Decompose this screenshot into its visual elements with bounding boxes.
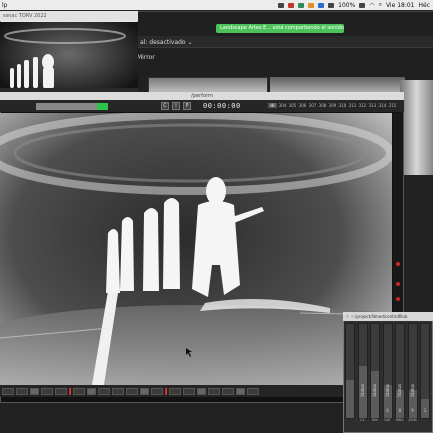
channel-name: BRG bbox=[396, 418, 404, 422]
channel-name: C1 bbox=[360, 418, 365, 422]
menubar-clock[interactable]: Vie 18:01 bbox=[386, 2, 415, 9]
clip-slot[interactable] bbox=[55, 387, 67, 395]
mixer-channel-fader[interactable] bbox=[382, 323, 393, 419]
app-status-icon[interactable] bbox=[298, 2, 305, 8]
wifi-icon[interactable]: ◠ bbox=[369, 2, 374, 9]
app-menu[interactable]: lp bbox=[0, 2, 7, 9]
frame-number[interactable]: 306 bbox=[298, 103, 307, 108]
minimize-window-icon[interactable] bbox=[351, 315, 354, 318]
speaker-icon[interactable] bbox=[197, 387, 206, 395]
audio-level-meter bbox=[36, 103, 108, 110]
speaker-icon[interactable] bbox=[236, 387, 245, 395]
user-menu[interactable]: Héc bbox=[418, 2, 430, 9]
i-button[interactable]: I bbox=[172, 102, 180, 110]
channel-number: 1 bbox=[423, 408, 427, 413]
channel-status-label: Status bbox=[397, 384, 402, 397]
record-indicator-icon[interactable] bbox=[396, 262, 400, 266]
mixer-window-title[interactable]: /project/lilmedicontrolfilob bbox=[343, 312, 433, 321]
channel-number: 8 bbox=[398, 408, 402, 413]
frame-number[interactable]: HI bbox=[268, 103, 277, 108]
channel-status-label: Status bbox=[359, 384, 365, 397]
c-button[interactable]: C bbox=[161, 102, 169, 110]
clip-slot[interactable] bbox=[73, 387, 85, 395]
channel-status-label: Status bbox=[384, 384, 390, 397]
clip-slot[interactable] bbox=[16, 387, 28, 395]
stream-status-text: al: desactivado bbox=[140, 39, 186, 46]
channel-name: INV bbox=[371, 418, 379, 422]
app-status-icon[interactable] bbox=[308, 2, 315, 8]
preview-video-frame bbox=[0, 22, 138, 102]
record-status-icon[interactable] bbox=[288, 2, 295, 8]
search-icon[interactable]: ⌕ bbox=[379, 1, 382, 9]
frame-number[interactable]: 312 bbox=[358, 103, 367, 108]
preview-video bbox=[0, 22, 138, 102]
record-indicator-icon[interactable] bbox=[396, 282, 400, 286]
mixer-channel-fader[interactable] bbox=[395, 323, 405, 419]
frame-number[interactable]: 309 bbox=[328, 103, 337, 108]
performance-timer: 00:00:00 bbox=[203, 102, 241, 110]
speaker-icon[interactable] bbox=[140, 387, 149, 395]
mixer-channel-fader[interactable] bbox=[370, 323, 380, 419]
channel-number: 9 bbox=[411, 408, 414, 413]
channel-status-label: Status bbox=[372, 384, 377, 397]
system-menubar: lp 100% ◠ ⌕ Vie 18:01 Héc bbox=[0, 0, 433, 10]
clip-slot[interactable] bbox=[126, 387, 138, 395]
mixer-channel-fader[interactable] bbox=[345, 323, 355, 419]
bluetooth-icon[interactable] bbox=[328, 2, 335, 8]
frame-number[interactable]: 315 bbox=[388, 103, 397, 108]
channel-status-label: Status bbox=[409, 384, 415, 397]
clip-slot[interactable] bbox=[98, 387, 110, 395]
mixer-channel-fader[interactable] bbox=[357, 323, 368, 419]
mixer-channel-fader[interactable] bbox=[420, 323, 430, 419]
p-button[interactable]: P bbox=[183, 102, 191, 110]
channel-number: 6 bbox=[386, 408, 389, 413]
clip-slot[interactable] bbox=[247, 387, 259, 395]
clip-slot[interactable] bbox=[222, 387, 234, 395]
frame-selector: HI 304 305 306 307 308 309 310 311 312 3… bbox=[268, 103, 397, 108]
clip-slot[interactable] bbox=[208, 387, 220, 395]
stream-status-select[interactable]: al: desactivado ⌄ bbox=[140, 39, 193, 46]
clip-slot[interactable] bbox=[151, 387, 163, 395]
clip-slot[interactable] bbox=[2, 387, 14, 395]
menubar-app-icon[interactable] bbox=[278, 2, 285, 8]
record-indicator-icon[interactable] bbox=[396, 297, 400, 301]
clip-slot[interactable] bbox=[183, 387, 195, 395]
perform-window-title[interactable]: /perform bbox=[0, 92, 404, 100]
mirror-toggle[interactable]: Mirror bbox=[137, 54, 155, 61]
chevron-down-icon: ⌄ bbox=[187, 39, 193, 46]
frame-number[interactable]: 307 bbox=[308, 103, 317, 108]
desktop: Landscape Artes E... está compartiendo e… bbox=[0, 0, 433, 433]
battery-percent[interactable]: 100% bbox=[338, 2, 355, 9]
preview-window-title[interactable]: ssnac TORV 2022 bbox=[0, 11, 138, 21]
frame-number[interactable]: 311 bbox=[348, 103, 357, 108]
playhead-marker bbox=[165, 387, 167, 395]
frame-number[interactable]: 313 bbox=[368, 103, 377, 108]
frame-number[interactable]: 304 bbox=[278, 103, 287, 108]
frame-number[interactable]: 310 bbox=[338, 103, 347, 108]
thermal-video-frame bbox=[0, 113, 392, 385]
channel-name: ZOM bbox=[408, 418, 417, 422]
battery-icon[interactable] bbox=[359, 2, 366, 8]
fader-level bbox=[346, 380, 354, 418]
app-status-icon[interactable] bbox=[318, 2, 325, 8]
side-video-preview bbox=[400, 80, 433, 175]
speaker-icon[interactable] bbox=[30, 387, 39, 395]
audio-share-banner[interactable]: Landscape Artes E... está compartiendo e… bbox=[216, 24, 344, 33]
main-video-output bbox=[0, 113, 392, 385]
clip-slot[interactable] bbox=[169, 387, 181, 395]
clip-slot[interactable] bbox=[41, 387, 53, 395]
frame-number[interactable]: 314 bbox=[378, 103, 387, 108]
clip-strip bbox=[0, 385, 345, 397]
mixer-channel-fader[interactable] bbox=[407, 323, 418, 419]
frame-number[interactable]: 308 bbox=[318, 103, 327, 108]
close-window-icon[interactable] bbox=[346, 315, 349, 318]
speaker-icon[interactable] bbox=[87, 387, 96, 395]
clip-slot[interactable] bbox=[112, 387, 124, 395]
frame-number[interactable]: 305 bbox=[288, 103, 297, 108]
channel-name: SAT bbox=[384, 418, 391, 422]
playhead-marker bbox=[69, 387, 71, 395]
